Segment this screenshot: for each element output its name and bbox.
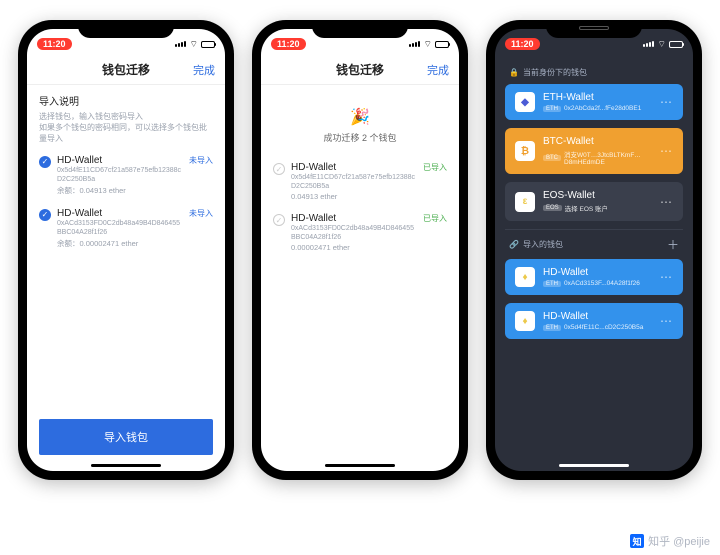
wallet-card-name: ETH-Wallet <box>543 92 652 103</box>
wallet-card-name: HD-Wallet <box>543 267 652 278</box>
home-indicator <box>559 464 629 467</box>
wallet-balance: 余额：0.04913 ether <box>57 185 183 196</box>
import-desc-title: 导入说明 <box>39 93 213 108</box>
wallet-name: HD-Wallet <box>291 162 417 173</box>
wallet-card-eos[interactable]: ε EOS-Wallet EOS选择 EOS 账户 ⋯ <box>505 182 683 221</box>
wifi-icon: ⌔ <box>658 39 666 50</box>
home-indicator <box>325 464 395 467</box>
battery-icon <box>201 41 215 48</box>
nav-title: 钱包迁移 <box>261 61 459 78</box>
signal-icon <box>409 39 421 49</box>
speaker-outline <box>579 26 609 30</box>
wallet-card-addr: 0xACd3153F...04A28f1f26 <box>564 280 640 287</box>
wallet-address: 0x5d4fE11CD67cf21a587e75efb12388cD2C250B… <box>291 173 417 191</box>
wallet-item[interactable]: ✓ HD-Wallet 0xACd3153FD0C2db48a49B4D8464… <box>39 208 213 249</box>
wallet-card-addr: 消支W0T…3JtcBLTKmF…D8mHEdmDE <box>564 149 652 166</box>
home-indicator <box>91 464 161 467</box>
wallet-card-addr: 选择 EOS 账户 <box>565 203 608 213</box>
eth-icon: ♦ <box>515 311 535 331</box>
chain-tag: ETH <box>543 106 561 112</box>
status-time: 11:20 <box>37 38 72 50</box>
add-wallet-button[interactable]: ＋ <box>667 236 679 253</box>
nav-bar: 钱包迁移 完成 <box>261 55 459 85</box>
signal-icon <box>175 39 187 49</box>
wallet-card-eth[interactable]: ◆ ETH-Wallet ETH0x2AbCda2f...fFe28d0BE1 … <box>505 84 683 120</box>
wallet-item[interactable]: ✓ HD-Wallet 0xACd3153FD0C2db48a49B4D8464… <box>273 213 447 252</box>
chain-tag: ETH <box>543 281 561 287</box>
wallet-status: 已导入 <box>423 213 447 224</box>
wallet-status: 未导入 <box>189 208 213 219</box>
wallet-card-name: EOS-Wallet <box>543 190 652 201</box>
import-desc-text: 选择钱包，输入钱包密码导入 如果多个钱包的密码相同，可以选择多个钱包批量导入 <box>39 111 213 145</box>
wallet-card-name: BTC-Wallet <box>543 136 652 147</box>
wallet-address: 0xACd3153FD0C2db48a49B4D846455BBC04A28f1… <box>57 219 183 237</box>
status-time: 11:20 <box>271 38 306 50</box>
chain-tag: BTC <box>543 155 561 161</box>
wallet-item[interactable]: ✓ HD-Wallet 0x5d4fE11CD67cf21a587e75efb1… <box>273 162 447 201</box>
wallet-card-addr: 0x5d4fE11C...cD2C250B5a <box>564 324 643 331</box>
status-time: 11:20 <box>505 38 540 50</box>
success-celebrate-icon: 🎉 <box>273 107 447 127</box>
phone-mockup-2: 11:20 ⌔ 钱包迁移 完成 🎉 成功迁移 2 个钱包 ✓ <box>252 20 468 480</box>
section-header-current: 🔒 当前身份下的钱包 <box>505 61 683 84</box>
signal-icon <box>643 39 655 49</box>
wallet-card-addr: 0x2AbCda2f...fFe28d0BE1 <box>564 105 641 112</box>
more-icon[interactable]: ⋯ <box>660 270 673 284</box>
checkbox-checked-icon[interactable]: ✓ <box>39 209 51 221</box>
wallet-address: 0xACd3153FD0C2db48a49B4D846455BBC04A28f1… <box>291 224 417 242</box>
nav-title: 钱包迁移 <box>27 61 225 78</box>
zhihu-icon: 知 <box>630 534 644 548</box>
checkbox-done-icon: ✓ <box>273 163 285 175</box>
notch <box>78 20 174 38</box>
wallet-balance: 余额：0.00002471 ether <box>57 238 183 249</box>
more-icon[interactable]: ⋯ <box>660 144 673 158</box>
link-icon: 🔗 <box>509 240 519 249</box>
wallet-item[interactable]: ✓ HD-Wallet 0x5d4fE11CD67cf21a587e75efb1… <box>39 155 213 196</box>
more-icon[interactable]: ⋯ <box>660 95 673 109</box>
wallet-name: HD-Wallet <box>57 208 183 219</box>
checkbox-checked-icon[interactable]: ✓ <box>39 156 51 168</box>
wallet-card-btc[interactable]: ₿ BTC-Wallet BTC消支W0T…3JtcBLTKmF…D8mHEdm… <box>505 128 683 174</box>
wallet-card-imported[interactable]: ♦ HD-Wallet ETH0xACd3153F...04A28f1f26 ⋯ <box>505 259 683 295</box>
more-icon[interactable]: ⋯ <box>660 314 673 328</box>
notch <box>312 20 408 38</box>
section-header-imported: 🔗导入的钱包 ＋ <box>505 229 683 259</box>
wallet-name: HD-Wallet <box>57 155 183 166</box>
more-icon[interactable]: ⋯ <box>660 195 673 209</box>
btc-icon: ₿ <box>515 141 535 161</box>
nav-bar: 钱包迁移 完成 <box>27 55 225 85</box>
watermark: 知 知乎 @peijie <box>630 533 710 549</box>
wallet-name: HD-Wallet <box>291 213 417 224</box>
phone-mockup-3: 11:20 ⌔ 🔒 当前身份下的钱包 ◆ ETH-Wallet ETH0x2Ab… <box>486 20 702 480</box>
success-message: 成功迁移 2 个钱包 <box>273 131 447 144</box>
wifi-icon: ⌔ <box>424 39 432 50</box>
eos-icon: ε <box>515 192 535 212</box>
wallet-status: 已导入 <box>423 162 447 173</box>
battery-icon <box>669 41 683 48</box>
wallet-balance: 0.04913 ether <box>291 192 417 201</box>
chain-tag: ETH <box>543 325 561 331</box>
eth-icon: ♦ <box>515 267 535 287</box>
wallet-status: 未导入 <box>189 155 213 166</box>
chain-tag: EOS <box>543 205 562 211</box>
checkbox-done-icon: ✓ <box>273 214 285 226</box>
wallet-card-imported[interactable]: ♦ HD-Wallet ETH0x5d4fE11C...cD2C250B5a ⋯ <box>505 303 683 339</box>
wallet-balance: 0.00002471 ether <box>291 243 417 252</box>
phone-mockup-1: 11:20 ⌔ 钱包迁移 完成 导入说明 选择钱包，输入钱包密码导入 如果多个钱… <box>18 20 234 480</box>
wallet-address: 0x5d4fE11CD67cf21a587e75efb12388cD2C250B… <box>57 166 183 184</box>
lock-icon: 🔒 <box>509 68 519 77</box>
wallet-card-name: HD-Wallet <box>543 311 652 322</box>
wifi-icon: ⌔ <box>190 39 198 50</box>
import-wallet-button[interactable]: 导入钱包 <box>39 419 213 455</box>
battery-icon <box>435 41 449 48</box>
eth-icon: ◆ <box>515 92 535 112</box>
